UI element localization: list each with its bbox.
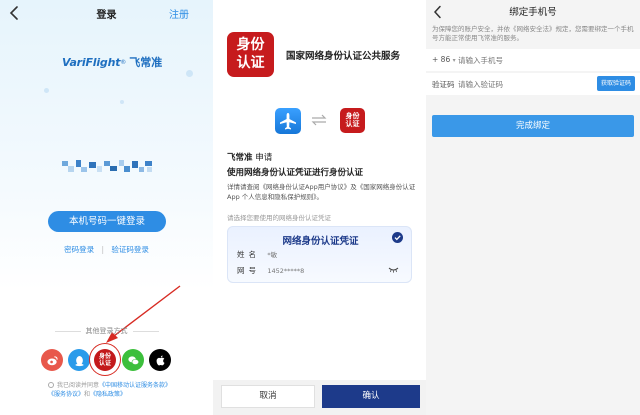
code-input[interactable]: [458, 76, 588, 92]
weibo-login-button[interactable]: [41, 349, 63, 371]
country-code-select[interactable]: + 86 ▾: [432, 55, 456, 64]
apple-icon: [156, 354, 164, 365]
apply-word: 申请: [255, 153, 273, 163]
divider: |: [101, 245, 105, 254]
login-header: 登录 注册: [0, 0, 213, 26]
decor-bubble: [120, 100, 124, 104]
airplane-icon: [280, 113, 296, 130]
auth-details[interactable]: 详情请查阅《网络身份认证App用户协议》及《国家网络身份认证App 个人信息和隐…: [227, 183, 417, 202]
eye-closed-icon[interactable]: [388, 267, 399, 273]
identity-auth-small-icon: 身份 认证: [340, 108, 365, 133]
logo-line-2: 认证: [236, 55, 265, 71]
applicant-name: 飞常准: [227, 153, 253, 163]
complete-binding-button[interactable]: 完成绑定: [432, 115, 634, 137]
auth-purpose: 使用网络身份认证凭证进行身份认证: [227, 168, 364, 178]
service-agreement-link[interactable]: 《服务协议》: [48, 391, 84, 398]
variflight-app-icon: [275, 108, 301, 134]
login-screen: 登录 注册 VariFlight ® 飞常准 本机号码一键登录 密码登录 | 验…: [0, 0, 213, 415]
one-click-login-button[interactable]: 本机号码一键登录: [48, 211, 166, 232]
page-title: 绑定手机号: [509, 7, 557, 18]
annotation-arrow: [106, 285, 181, 343]
code-label: 验证码: [432, 80, 455, 89]
name-row: 姓名 *敏: [237, 249, 277, 260]
bind-phone-screen: 绑定手机号 为保障您的账户安全，并依《网络安全法》规定，您需要绑定一个手机号方能…: [426, 0, 640, 415]
password-login-link[interactable]: 密码登录: [64, 245, 94, 254]
code-login-link[interactable]: 验证码登录: [111, 245, 149, 254]
decor-bubble: [186, 70, 193, 77]
wechat-icon: [127, 355, 139, 365]
decor-bubble: [44, 88, 49, 93]
highlight-ring: [89, 343, 121, 376]
alt-login-links: 密码登录 | 验证码登录: [0, 244, 213, 255]
id-label: 网号: [237, 266, 260, 275]
logo-line-1: 身份: [236, 37, 265, 53]
agree-prefix: 我已阅读并同意: [57, 382, 100, 389]
check-icon: [392, 232, 403, 243]
confirm-button[interactable]: 确认: [322, 385, 420, 408]
country-code-value: + 86: [432, 55, 451, 64]
id-value: 1452*****8: [267, 267, 305, 275]
small-logo-line-2: 认证: [345, 120, 360, 128]
phone-row: + 86 ▾: [426, 49, 640, 71]
qq-icon: [74, 355, 84, 366]
phone-input[interactable]: [458, 52, 628, 68]
bind-notice: 为保障您的账户安全，并依《网络安全法》规定，您需要绑定一个手机号方能正常使用飞常…: [432, 25, 634, 42]
select-credential-hint: 请选择您要使用的网络身份认证凭证: [227, 214, 331, 222]
logo-text-cn: 飞常准: [129, 56, 163, 69]
wechat-login-button[interactable]: [122, 349, 144, 371]
agree-checkbox[interactable]: [48, 382, 54, 388]
service-name: 国家网络身份认证公共服务: [286, 51, 401, 62]
applicant-line: 飞常准 申请: [227, 151, 272, 163]
cancel-button[interactable]: 取消: [221, 385, 315, 408]
code-row: 验证码 获取验证码: [426, 73, 640, 95]
other-login-label: 其他登录方式: [0, 326, 213, 336]
chevron-down-icon: ▾: [452, 57, 456, 64]
get-code-button[interactable]: 获取验证码: [597, 76, 635, 91]
name-label: 姓名: [237, 250, 260, 259]
name-value: *敏: [267, 251, 278, 259]
cmcc-terms-link[interactable]: 《中国移动认证服务条款》: [99, 382, 171, 389]
id-row: 网号 1452*****8: [237, 265, 304, 276]
logo-text-en: VariFlight: [62, 55, 121, 69]
logo-registered-mark: ®: [120, 58, 127, 66]
credential-title: 网络身份认证凭证: [282, 236, 359, 247]
masked-phone-number: [62, 160, 152, 172]
privacy-policy-link[interactable]: 《隐私政策》: [90, 391, 126, 398]
agreement-text: 我已阅读并同意《中国移动认证服务条款》 《服务协议》和《隐私政策》: [48, 381, 178, 399]
qq-login-button[interactable]: [68, 349, 90, 371]
register-link[interactable]: 注册: [169, 6, 189, 21]
identity-auth-logo: 身份 认证: [227, 32, 274, 77]
variflight-logo: VariFlight ® 飞常准: [62, 54, 162, 70]
apple-login-button[interactable]: [149, 349, 171, 371]
small-logo-line-1: 身份: [345, 112, 360, 120]
identity-auth-screen: 身份 认证 国家网络身份认证公共服务 身份 认证 飞常准 申请 使用网络身份认证…: [213, 0, 426, 415]
swap-arrows-icon: [311, 114, 327, 126]
weibo-icon: [46, 355, 58, 365]
credential-card[interactable]: 网络身份认证凭证 姓名 *敏 网号 1452*****8: [227, 226, 412, 283]
app-screens: 登录 注册 VariFlight ® 飞常准 本机号码一键登录 密码登录 | 验…: [0, 0, 640, 415]
